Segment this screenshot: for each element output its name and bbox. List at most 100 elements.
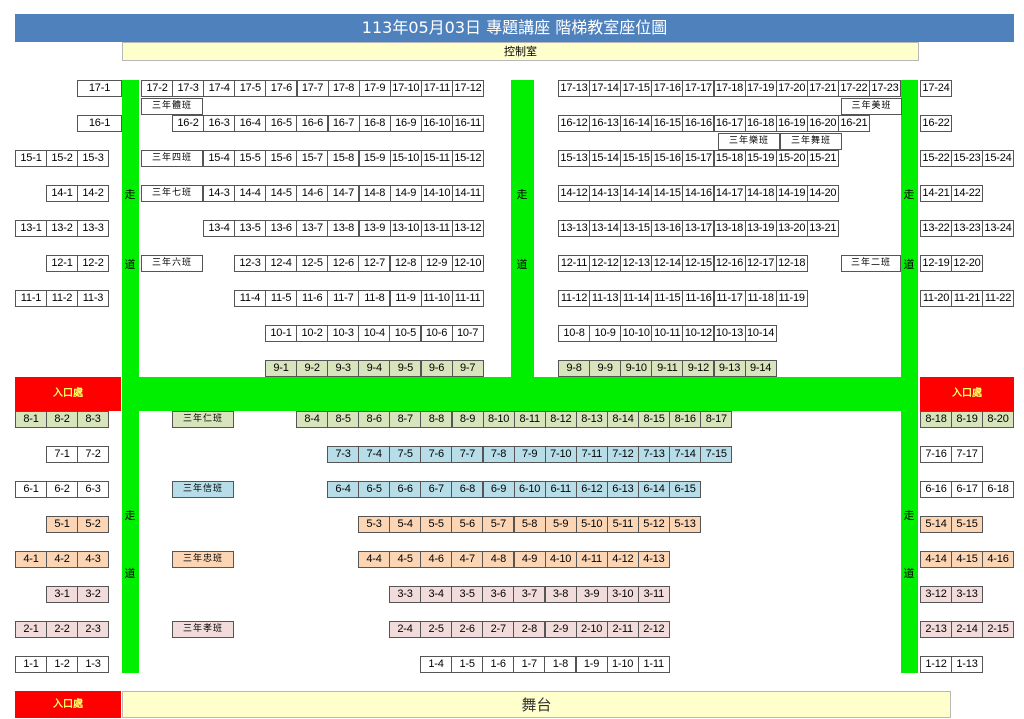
seat: 4-2 bbox=[46, 551, 78, 568]
seat: 8-13 bbox=[575, 411, 608, 428]
seat: 13-18 bbox=[713, 220, 746, 237]
class-label: 三年舞班 bbox=[780, 133, 842, 150]
seat: 12-7 bbox=[358, 255, 391, 272]
seat: 16-5 bbox=[265, 115, 298, 132]
seat: 11-2 bbox=[46, 290, 78, 307]
seat: 8-19 bbox=[951, 411, 983, 428]
seat: 7-14 bbox=[669, 446, 702, 463]
seat: 15-1 bbox=[15, 150, 47, 167]
seat: 8-20 bbox=[982, 411, 1014, 428]
seat: 8-10 bbox=[482, 411, 515, 428]
seat: 16-17 bbox=[713, 115, 746, 132]
seat: 14-20 bbox=[806, 185, 839, 202]
seat: 1-13 bbox=[951, 656, 983, 673]
seat: 5-12 bbox=[637, 516, 670, 533]
seat: 17-8 bbox=[327, 80, 360, 97]
seat: 13-9 bbox=[358, 220, 391, 237]
seat: 9-14 bbox=[744, 360, 777, 377]
seat: 14-6 bbox=[296, 185, 329, 202]
seat: 1-3 bbox=[77, 656, 109, 673]
aisle-label-left-dao: 道 bbox=[124, 258, 136, 271]
seat: 4-16 bbox=[982, 551, 1014, 568]
seat: 10-4 bbox=[358, 325, 391, 342]
seat: 12-8 bbox=[389, 255, 422, 272]
seat: 16-6 bbox=[296, 115, 329, 132]
seat: 13-4 bbox=[203, 220, 235, 237]
seat: 12-1 bbox=[46, 255, 78, 272]
seat: 13-6 bbox=[265, 220, 298, 237]
seat: 13-7 bbox=[296, 220, 329, 237]
seat: 6-14 bbox=[638, 481, 670, 498]
seat: 12-5 bbox=[296, 255, 329, 272]
seat: 3-8 bbox=[544, 586, 577, 603]
seat: 17-23 bbox=[869, 80, 901, 97]
seat: 2-11 bbox=[606, 621, 639, 638]
class-label: 三年二班 bbox=[841, 255, 901, 272]
seat: 10-2 bbox=[296, 325, 329, 342]
seat: 8-1 bbox=[15, 411, 47, 428]
seat: 16-18 bbox=[744, 115, 777, 132]
seat: 6-8 bbox=[451, 481, 484, 498]
seat: 1-7 bbox=[513, 656, 546, 673]
seat: 17-14 bbox=[589, 80, 622, 97]
seat: 9-9 bbox=[589, 360, 622, 377]
seat: 15-15 bbox=[620, 150, 653, 167]
seat: 14-2 bbox=[77, 185, 109, 202]
seat: 14-13 bbox=[589, 185, 622, 202]
seat: 10-11 bbox=[651, 325, 684, 342]
seat: 7-13 bbox=[638, 446, 670, 463]
stage-banner: 舞台 bbox=[122, 691, 951, 718]
seat: 14-5 bbox=[265, 185, 298, 202]
seat: 5-15 bbox=[951, 516, 983, 533]
seat: 13-2 bbox=[46, 220, 78, 237]
seat: 1-2 bbox=[46, 656, 78, 673]
seat: 9-10 bbox=[620, 360, 653, 377]
seat: 4-6 bbox=[420, 551, 453, 568]
seat: 15-12 bbox=[451, 150, 484, 167]
seat: 7-2 bbox=[77, 446, 109, 463]
seat: 2-2 bbox=[46, 621, 78, 638]
seat: 17-21 bbox=[806, 80, 839, 97]
seat: 10-12 bbox=[682, 325, 715, 342]
aisle-label-left-lower-zou: 走 bbox=[124, 509, 136, 522]
seat: 3-10 bbox=[606, 586, 639, 603]
seat: 6-7 bbox=[420, 481, 453, 498]
seat: 14-4 bbox=[234, 185, 267, 202]
seat: 17-17 bbox=[682, 80, 715, 97]
seat: 5-3 bbox=[358, 516, 390, 533]
seat: 5-1 bbox=[46, 516, 78, 533]
seat: 14-18 bbox=[744, 185, 777, 202]
class-label: 三年美班 bbox=[841, 98, 902, 115]
seat: 2-15 bbox=[982, 621, 1014, 638]
seat: 13-5 bbox=[234, 220, 267, 237]
seat: 13-13 bbox=[558, 220, 590, 237]
seat: 3-13 bbox=[951, 586, 983, 603]
seat: 4-10 bbox=[544, 551, 577, 568]
seat: 6-6 bbox=[389, 481, 422, 498]
seat: 6-4 bbox=[327, 481, 359, 498]
seat: 11-11 bbox=[451, 290, 484, 307]
seat: 14-22 bbox=[951, 185, 983, 202]
seat: 16-1 bbox=[77, 115, 122, 132]
seat: 17-1 bbox=[77, 80, 122, 97]
seat: 2-10 bbox=[575, 621, 608, 638]
seat: 12-4 bbox=[265, 255, 298, 272]
seat: 9-12 bbox=[682, 360, 715, 377]
seat: 8-9 bbox=[451, 411, 484, 428]
seat: 12-6 bbox=[327, 255, 360, 272]
seat: 2-1 bbox=[15, 621, 47, 638]
seat: 3-9 bbox=[575, 586, 608, 603]
seat: 11-8 bbox=[358, 290, 391, 307]
seat: 15-19 bbox=[744, 150, 777, 167]
seat: 11-15 bbox=[651, 290, 684, 307]
seat: 2-12 bbox=[637, 621, 670, 638]
seat: 7-17 bbox=[951, 446, 983, 463]
seat: 11-3 bbox=[77, 290, 109, 307]
aisle-label-left-lower-dao: 道 bbox=[124, 567, 136, 580]
class-label: 三年體班 bbox=[141, 98, 203, 115]
seat: 16-12 bbox=[558, 115, 590, 132]
seat: 12-13 bbox=[620, 255, 653, 272]
seat: 15-16 bbox=[651, 150, 684, 167]
seat: 15-11 bbox=[420, 150, 453, 167]
seat: 12-3 bbox=[234, 255, 266, 272]
